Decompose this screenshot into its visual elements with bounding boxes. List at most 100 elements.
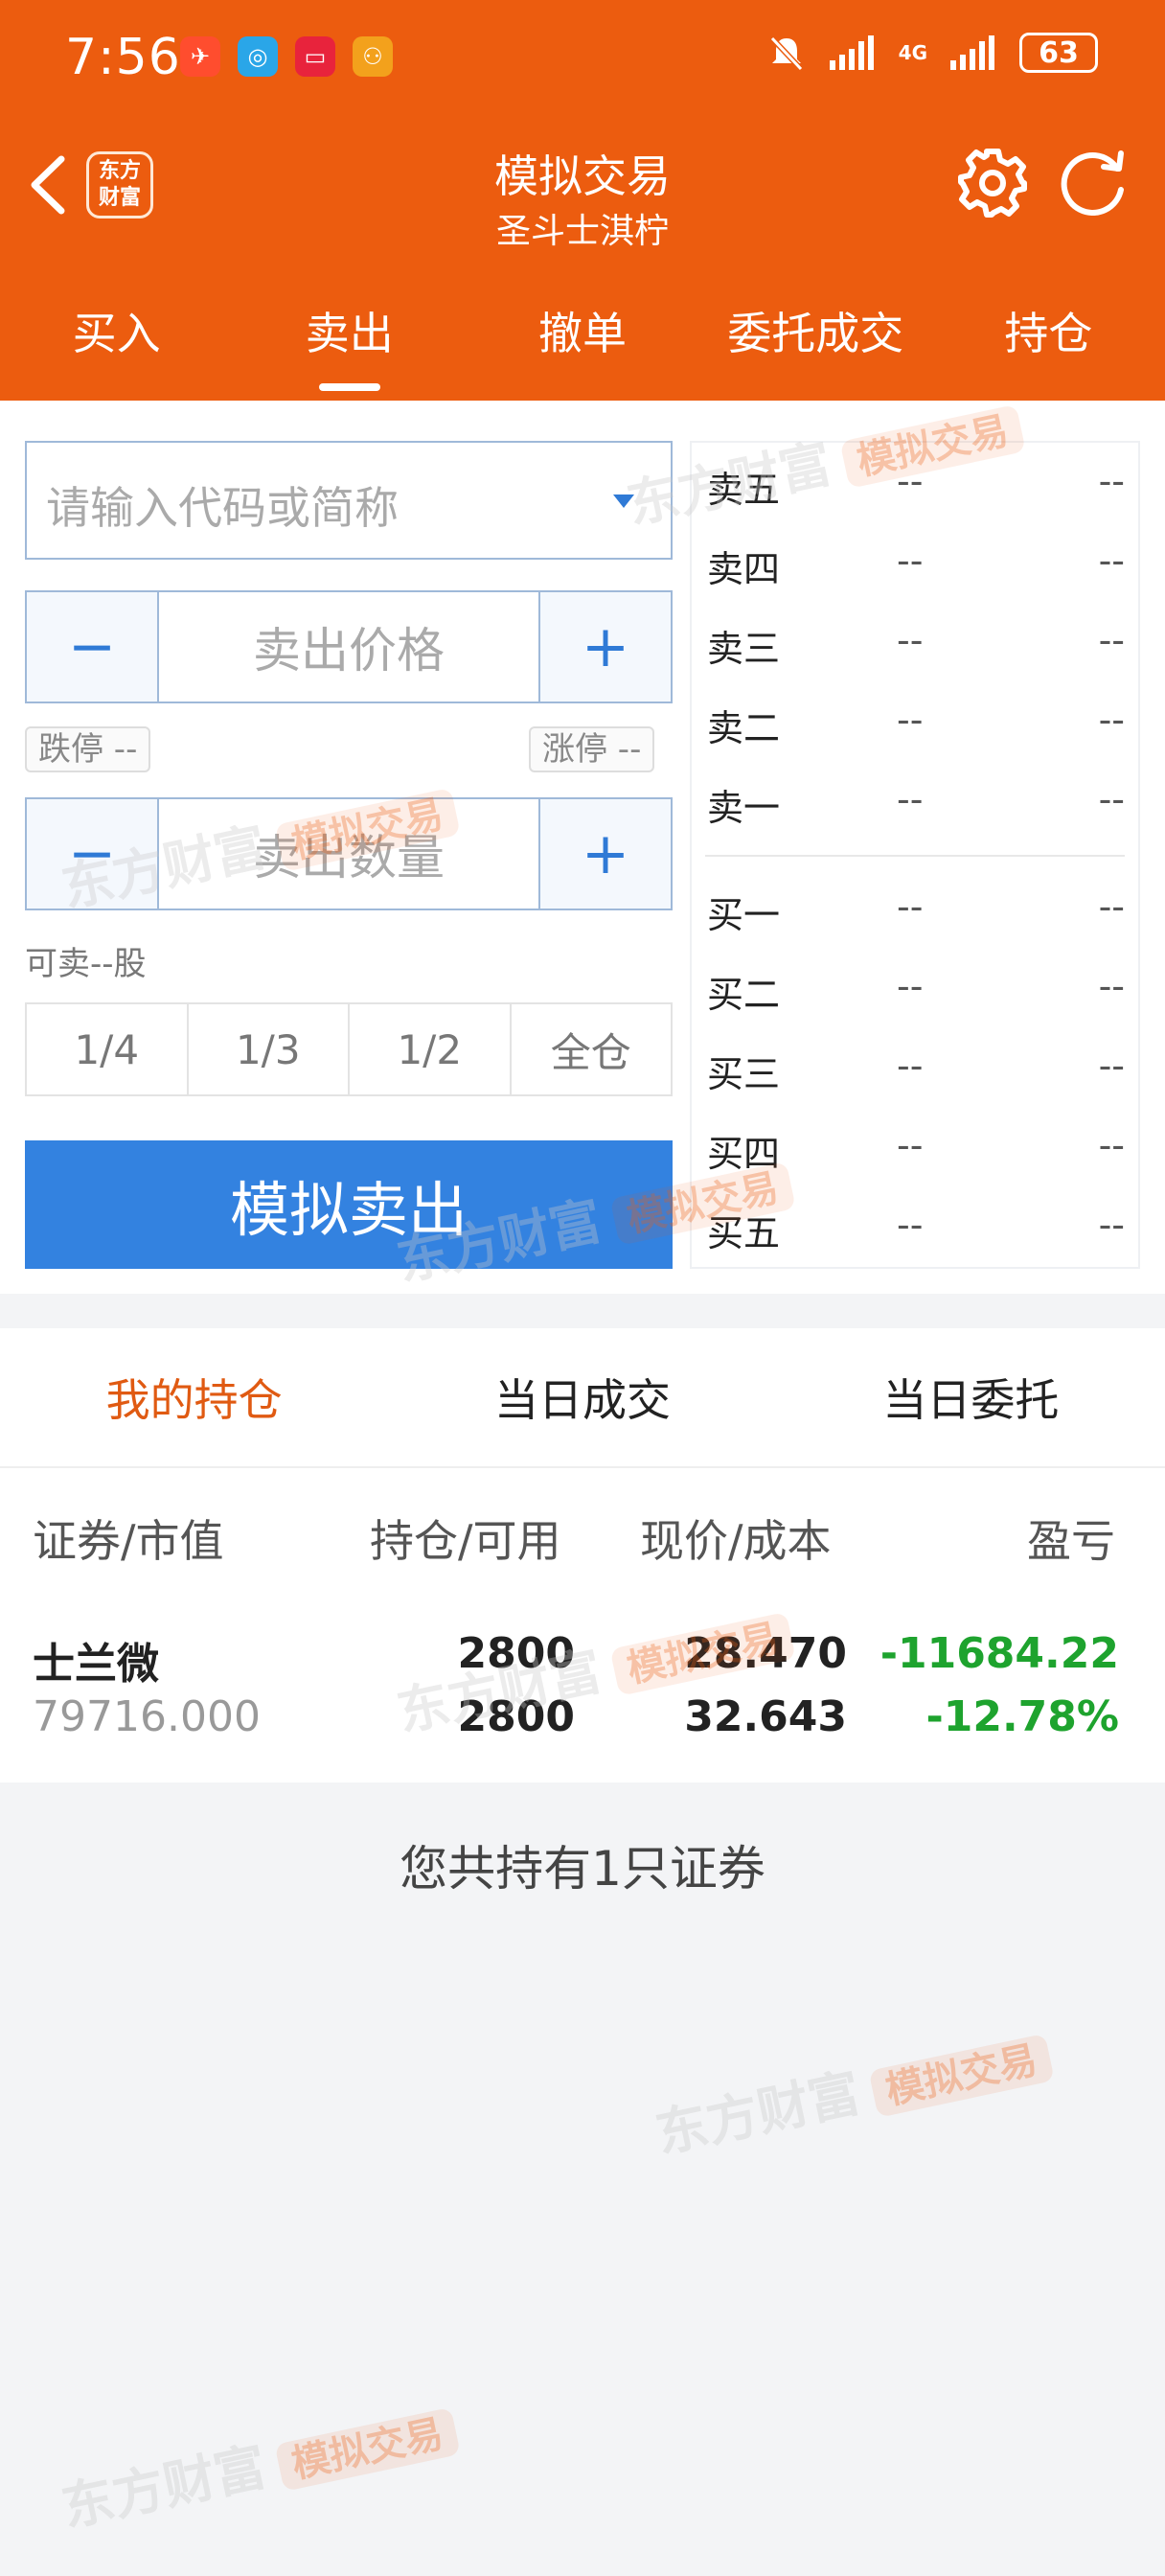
watermark-brand: 东方财富 (651, 2062, 866, 2165)
holding-qty: 2800 (457, 1629, 575, 1678)
bid-price: -- (897, 965, 924, 1007)
available-qty: 2800 (457, 1692, 575, 1741)
bid-price: -- (897, 1204, 924, 1246)
tab-sell[interactable]: 卖出 (233, 278, 466, 401)
pnl-percent: -12.78% (925, 1692, 1119, 1741)
tab-my-positions[interactable]: 我的持仓 (0, 1328, 388, 1466)
watermark-brand: 东方财富 (57, 2436, 272, 2539)
table-row[interactable]: 士兰微 79716.000 2800 2800 28.470 32.643 -1… (0, 1598, 1165, 1782)
status-bar: 7:56 ✈ ◎ ▭ ⚇ 4G 63 (0, 0, 1165, 115)
bid-volume: -- (1098, 1204, 1125, 1246)
column-header-security: 证券/市值 (33, 1515, 224, 1567)
tab-today-trades[interactable]: 当日成交 (388, 1328, 776, 1466)
ask-row: 卖五 -- -- (707, 454, 1129, 512)
trade-tabs: 买入 卖出 撤单 委托成交 持仓 (0, 278, 1165, 401)
bid-price: -- (897, 1124, 924, 1166)
bid-volume: -- (1098, 886, 1125, 928)
settings-gear-icon[interactable] (953, 144, 1032, 222)
quantity-stepper: − 卖出数量 + (25, 797, 673, 910)
cost-price: 32.643 (684, 1692, 847, 1741)
ask-label: 卖一 (707, 787, 781, 829)
quantity-increase-button[interactable]: + (538, 799, 671, 908)
ask-volume: -- (1098, 619, 1125, 661)
tab-today-orders[interactable]: 当日委托 (777, 1328, 1165, 1466)
order-book: 卖五 -- -- 卖四 -- -- 卖三 -- -- 卖二 -- -- 卖一 -- -- 买一 -- -… (690, 441, 1140, 1269)
tab-positions[interactable]: 持仓 (932, 278, 1165, 401)
sell-panel: 请输入代码或简称 − 卖出价格 + 跌停 -- 涨停 -- − 卖出数量 + 可… (0, 401, 1165, 1294)
simulate-sell-button[interactable]: 模拟卖出 (25, 1140, 673, 1269)
limit-up-badge: 涨停 -- (529, 726, 655, 772)
bid-row: 买三 -- -- (707, 1039, 1129, 1096)
book-divider (705, 855, 1125, 857)
watermark-tag: 模拟交易 (274, 2406, 461, 2492)
bid-label: 买五 (707, 1212, 781, 1254)
watermark: 东方财富 模拟交易 (54, 2383, 461, 2541)
current-price: 28.470 (684, 1629, 847, 1678)
sellable-shares: 可卖--股 (25, 945, 147, 983)
bid-price: -- (897, 886, 924, 928)
column-header-pnl: 盈亏 (1027, 1515, 1115, 1567)
bid-row: 买二 -- -- (707, 959, 1129, 1017)
security-name: 士兰微 (33, 1640, 159, 1689)
dropdown-caret-icon[interactable] (613, 494, 634, 508)
limit-down-badge: 跌停 -- (25, 726, 151, 772)
bid-row: 买一 -- -- (707, 880, 1129, 937)
app-notification-icon: ✈ (180, 36, 220, 77)
holdings-summary: 您共持有1只证券 (400, 1841, 765, 1897)
pnl-amount: -11684.22 (879, 1629, 1119, 1678)
bid-label: 买二 (707, 974, 781, 1016)
bid-volume: -- (1098, 1045, 1125, 1087)
quantity-ratio-group: 1/4 1/3 1/2 全仓 (25, 1002, 673, 1096)
bid-label: 买四 (707, 1133, 781, 1175)
tab-orders[interactable]: 委托成交 (699, 278, 932, 401)
ask-row: 卖二 -- -- (707, 693, 1129, 750)
price-increase-button[interactable]: + (538, 592, 671, 702)
bid-price: -- (897, 1045, 924, 1087)
ask-volume: -- (1098, 778, 1125, 820)
stock-code-input[interactable]: 请输入代码或简称 (25, 441, 673, 560)
market-value: 79716.000 (33, 1692, 261, 1741)
signal-icon (829, 35, 874, 70)
ratio-half-button[interactable]: 1/2 (350, 1004, 512, 1094)
ask-price: -- (897, 460, 924, 502)
ratio-third-button[interactable]: 1/3 (189, 1004, 350, 1094)
quantity-decrease-button[interactable]: − (27, 799, 159, 908)
ask-volume: -- (1098, 540, 1125, 582)
app-header: 东方财富 模拟交易 圣斗士淇柠 (0, 115, 1165, 278)
ask-label: 卖四 (707, 548, 781, 590)
status-indicators: 4G 63 (766, 33, 1098, 73)
ask-label: 卖三 (707, 628, 781, 670)
quantity-input[interactable]: 卖出数量 (159, 799, 538, 908)
ratio-full-button[interactable]: 全仓 (512, 1004, 672, 1094)
bid-label: 买三 (707, 1053, 781, 1095)
bid-label: 买一 (707, 894, 781, 936)
browser-notification-icon: ◎ (238, 36, 278, 77)
price-decrease-button[interactable]: − (27, 592, 159, 702)
ratio-quarter-button[interactable]: 1/4 (27, 1004, 189, 1094)
bid-volume: -- (1098, 965, 1125, 1007)
ask-label: 卖五 (707, 469, 781, 511)
ask-row: 卖四 -- -- (707, 534, 1129, 591)
position-tabs: 我的持仓 当日成交 当日委托 (0, 1328, 1165, 1468)
bid-volume: -- (1098, 1124, 1125, 1166)
ask-row: 卖一 -- -- (707, 772, 1129, 830)
watermark-tag: 模拟交易 (868, 2033, 1055, 2118)
network-type: 4G (898, 41, 927, 64)
watermark: 东方财富 模拟交易 (648, 2010, 1055, 2167)
price-input[interactable]: 卖出价格 (159, 592, 538, 702)
signal-icon-2 (950, 35, 994, 70)
refresh-icon[interactable] (1054, 144, 1132, 222)
reader-notification-icon: ▭ (295, 36, 335, 77)
ask-price: -- (897, 699, 924, 741)
tab-cancel[interactable]: 撤单 (466, 278, 698, 401)
column-header-holding: 持仓/可用 (370, 1515, 561, 1567)
ask-row: 卖三 -- -- (707, 613, 1129, 671)
status-time: 7:56 (65, 29, 181, 86)
tab-buy[interactable]: 买入 (0, 278, 233, 401)
ask-volume: -- (1098, 699, 1125, 741)
game-notification-icon: ⚇ (353, 36, 393, 77)
ask-volume: -- (1098, 460, 1125, 502)
ask-price: -- (897, 778, 924, 820)
price-stepper: − 卖出价格 + (25, 590, 673, 703)
status-app-icons: ✈ ◎ ▭ ⚇ (180, 36, 393, 77)
